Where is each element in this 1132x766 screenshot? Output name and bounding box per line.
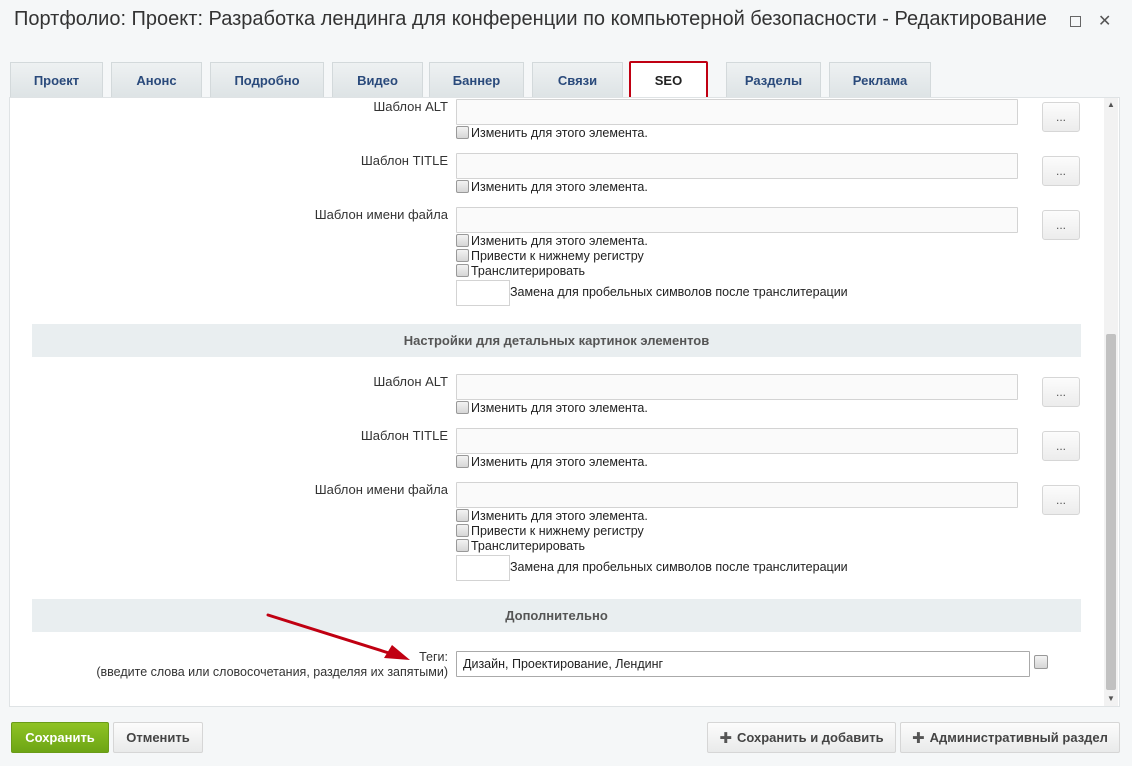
tab-advertising[interactable]: Реклама [829,62,931,98]
tab-project[interactable]: Проект [10,62,103,98]
plus-icon: ✚ [912,729,925,747]
filename-change-checkbox[interactable]: Изменить для этого элемента. [456,509,648,524]
checkbox-label: Изменить для этого элемента. [471,234,648,248]
checkbox-icon[interactable] [456,180,469,193]
tab-video[interactable]: Видео [332,62,423,98]
tab-announce[interactable]: Анонс [111,62,202,98]
window-title: Портфолио: Проект: Разработка лендинга д… [14,8,1047,30]
tags-checkbox[interactable] [1034,655,1048,669]
checkbox-label: Привести к нижнему регистру [471,524,644,538]
space-replace-label: Замена для пробельных символов после тра… [510,285,848,299]
filename-template-input[interactable] [456,482,1018,508]
checkbox-icon[interactable] [456,539,469,552]
tags-hint: (введите слова или словосочетания, разде… [96,665,448,679]
scroll-down-icon[interactable]: ▼ [1104,692,1118,706]
tags-input[interactable]: Дизайн, Проектирование, Лендинг [456,651,1030,677]
title-change-checkbox[interactable]: Изменить для этого элемента. [456,180,648,195]
admin-section-button[interactable]: ✚ Административный раздел [900,722,1120,753]
title-template-picker-button[interactable]: ... [1042,156,1080,186]
plus-icon: ✚ [719,729,732,747]
additional-section-header: Дополнительно [32,599,1081,632]
alt-template-picker-button[interactable]: ... [1042,102,1080,132]
admin-section-label: Административный раздел [929,730,1108,745]
tab-links[interactable]: Связи [532,62,623,98]
alt-template-picker-button[interactable]: ... [1042,377,1080,407]
tab-sections[interactable]: Разделы [726,62,821,98]
checkbox-label: Изменить для этого элемента. [471,180,648,194]
checkbox-icon[interactable] [456,249,469,262]
save-and-add-label: Сохранить и добавить [736,730,884,745]
checkbox-icon[interactable] [456,524,469,537]
filename-template-label: Шаблон имени файла [314,207,448,222]
title-change-checkbox[interactable]: Изменить для этого элемента. [456,455,648,470]
lowercase-checkbox[interactable]: Привести к нижнему регистру [456,524,644,539]
checkbox-label: Транслитерировать [471,264,586,278]
checkbox-label: Привести к нижнему регистру [471,249,644,263]
close-icon[interactable]: ✕ [1098,11,1111,31]
title-template-label: Шаблон TITLE [360,153,448,168]
filename-template-picker-button[interactable]: ... [1042,485,1080,515]
scroll-up-icon[interactable]: ▲ [1104,98,1118,112]
tab-banner[interactable]: Баннер [429,62,524,98]
save-button[interactable]: Сохранить [11,722,109,753]
detail-images-section-header: Настройки для детальных картинок элемент… [32,324,1081,357]
alt-template-label: Шаблон ALT [373,374,448,389]
checkbox-icon[interactable] [456,126,469,139]
checkbox-icon[interactable] [456,234,469,247]
checkbox-icon[interactable] [456,401,469,414]
filename-template-label: Шаблон имени файла [314,482,448,497]
checkbox-label: Изменить для этого элемента. [471,509,648,523]
checkbox-label: Изменить для этого элемента. [471,455,648,469]
maximize-icon[interactable] [1070,16,1081,27]
tab-details[interactable]: Подробно [210,62,324,98]
checkbox-label: Транслитерировать [471,539,586,553]
checkbox-icon[interactable] [456,264,469,277]
checkbox-icon[interactable] [456,455,469,468]
checkbox-icon[interactable] [456,509,469,522]
checkbox-label: Изменить для этого элемента. [471,126,648,140]
space-replace-input[interactable] [456,555,510,581]
translit-checkbox[interactable]: Транслитерировать [456,539,585,554]
title-template-label: Шаблон TITLE [360,428,448,443]
scroll-thumb[interactable] [1106,334,1116,690]
translit-checkbox[interactable]: Транслитерировать [456,264,585,279]
vertical-scrollbar[interactable]: ▲ ▼ [1104,98,1118,706]
filename-template-input[interactable] [456,207,1018,233]
alt-template-input[interactable] [456,374,1018,400]
alt-change-checkbox[interactable]: Изменить для этого элемента. [456,401,648,416]
title-template-input[interactable] [456,153,1018,179]
save-and-add-button[interactable]: ✚ Сохранить и добавить [707,722,896,753]
tab-seo[interactable]: SEO [629,61,708,99]
alt-template-input[interactable] [456,99,1018,125]
annotation-arrow-icon [266,613,410,660]
lowercase-checkbox[interactable]: Привести к нижнему регистру [456,249,644,264]
cancel-button[interactable]: Отменить [113,722,203,753]
title-template-input[interactable] [456,428,1018,454]
filename-change-checkbox[interactable]: Изменить для этого элемента. [456,234,648,249]
title-template-picker-button[interactable]: ... [1042,431,1080,461]
alt-template-label: Шаблон ALT [373,99,448,114]
space-replace-input[interactable] [456,280,510,306]
checkbox-label: Изменить для этого элемента. [471,401,648,415]
space-replace-label: Замена для пробельных символов после тра… [510,560,848,574]
window-titlebar: Портфолио: Проект: Разработка лендинга д… [0,0,1132,44]
filename-template-picker-button[interactable]: ... [1042,210,1080,240]
alt-change-checkbox[interactable]: Изменить для этого элемента. [456,126,648,141]
